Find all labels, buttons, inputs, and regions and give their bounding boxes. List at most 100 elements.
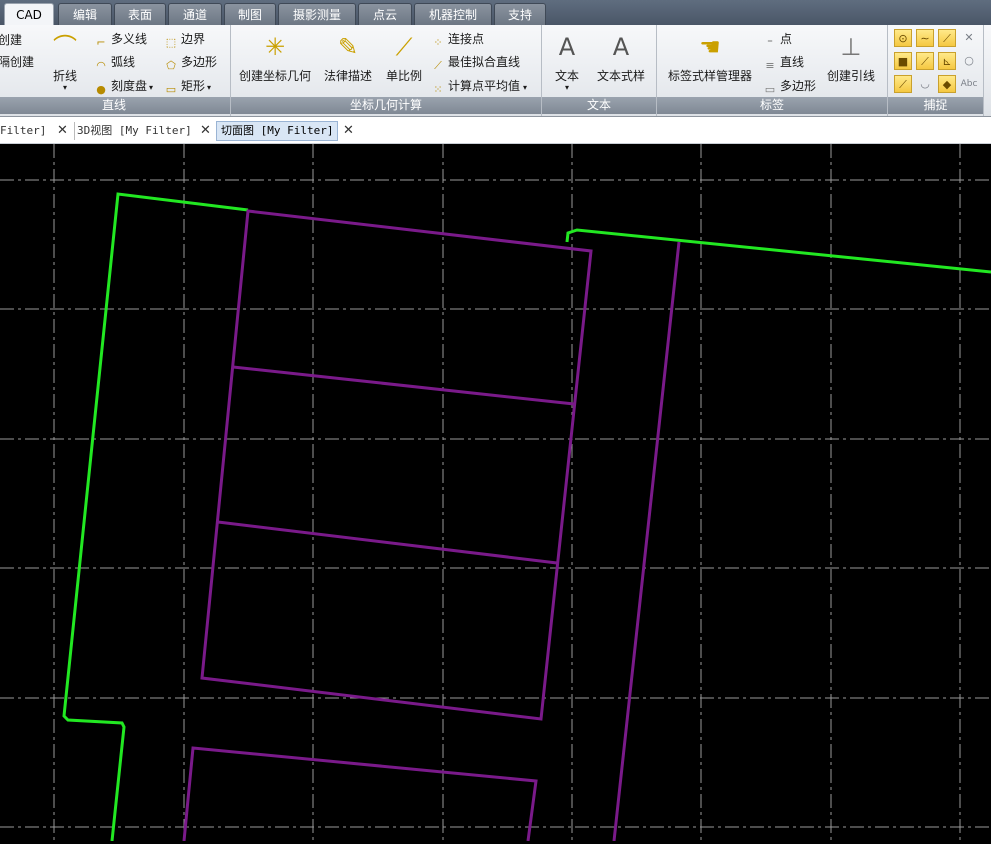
average-points-icon: ⁙ [433, 83, 443, 96]
cogo-icon: ✳ [264, 33, 286, 61]
boundary-label: 边界 [181, 32, 206, 46]
best-fit-label: 最佳拟合直线 [448, 55, 521, 69]
arc-icon: ◠ [96, 59, 106, 72]
label-style-manager-label: 标签式样管理器 [667, 69, 752, 83]
label-polygon-button[interactable]: ▭ 多边形 [763, 78, 816, 97]
create-cogo-label: 创建坐标几何 [239, 69, 312, 83]
tab-surface[interactable]: 表面 [114, 3, 166, 25]
rectangle-button[interactable]: ▭ 矩形 ▾ [164, 78, 211, 97]
scale-icon: ⟋ [395, 33, 413, 61]
arc-label: 弧线 [111, 55, 136, 69]
snap-surface-icon[interactable]: ◆ [938, 75, 956, 93]
text-style-button[interactable]: A 文本式样 [594, 31, 648, 84]
tab-edit[interactable]: 编辑 [58, 3, 112, 25]
leader-icon: ⊥ [840, 33, 862, 61]
group-label-title: 标签 [657, 97, 887, 114]
polyline-button[interactable]: ⌒ 折线 ▾ [48, 31, 82, 92]
text-style-icon: A [612, 33, 630, 61]
label-point-button[interactable]: ⁼ 点 [763, 31, 792, 50]
label-manager-icon: ☚ [699, 33, 721, 61]
group-cogo-title: 坐标几何计算 [231, 97, 541, 114]
create-button-partial[interactable]: 创建 [0, 32, 22, 48]
average-points-button[interactable]: ⁙ 计算点平均值 ▾ [431, 78, 527, 97]
dial-label: 刻度盘 [111, 79, 148, 93]
tab-photogrammetry[interactable]: 摄影测量 [278, 3, 356, 25]
boundary-icon: ⬚ [165, 36, 177, 49]
document-tab-bar: Filter] ✕ 3D视图 [My Filter] ✕ 切面图 [My Fil… [0, 117, 991, 144]
rectangle-label: 矩形 [181, 79, 206, 93]
snap-center-icon[interactable]: ⊙ [894, 29, 912, 47]
drawing-canvas[interactable] [0, 144, 991, 842]
polygon-button[interactable]: ⬠ 多边形 [164, 54, 217, 73]
group-text-title: 文本 [542, 97, 656, 114]
connect-points-icon: ⁘ [433, 36, 443, 49]
doc-tab-section-view[interactable]: 切面图 [My Filter] [216, 121, 339, 141]
tab-cad[interactable]: CAD [4, 3, 54, 26]
label-line-button[interactable]: ≡ 直线 [763, 54, 804, 73]
tab-support[interactable]: 支持 [494, 3, 546, 25]
single-scale-label: 单比例 [385, 69, 422, 83]
group-line: 创建 隔创建 ⌒ 折线 ▾ ⌐ 多义线 ◠ 弧线 ● 刻度盘 ▾ ⬚ 边界 ⬠ 多边形 ▭ 矩… [0, 25, 231, 116]
text-a-icon: A [558, 33, 576, 61]
label-style-manager-button[interactable]: ☚ 标签式样管理器 [665, 31, 755, 84]
group-snap: ⊙ ∼ ⟋ ✕ ■ ⟋ ⊾ ○ ⟋ ◡ ◆ Abc 捕捉 [888, 25, 984, 116]
snap-tangent-icon[interactable]: ◡ [916, 75, 934, 93]
close-icon[interactable]: ✕ [343, 122, 354, 140]
snap-extension-icon[interactable]: ⟋ [894, 75, 912, 93]
snap-endpoint-icon[interactable]: ⟋ [938, 29, 956, 47]
tab-drafting[interactable]: 制图 [224, 3, 276, 25]
doc-tab-3d-view[interactable]: 3D视图 [My Filter] [74, 122, 192, 140]
text-button[interactable]: A 文本 ▾ [550, 31, 584, 92]
create-leader-button[interactable]: ⊥ 创建引线 [825, 31, 877, 84]
ribbon-tab-bar: CAD 编辑 表面 通道 制图 摄影测量 点云 机器控制 支持 [0, 0, 991, 26]
group-label: ☚ 标签式样管理器 ⁼ 点 ≡ 直线 ▭ 多边形 ⊥ 创建引线 标签 [657, 25, 888, 116]
create-cogo-button[interactable]: ✳ 创建坐标几何 [239, 31, 311, 84]
single-scale-button[interactable]: ⟋ 单比例 [383, 31, 425, 84]
tab-point-cloud[interactable]: 点云 [358, 3, 412, 25]
create-button-partial-2[interactable]: 隔创建 [0, 54, 34, 70]
point-label-icon: ⁼ [767, 36, 773, 49]
group-line-title: 直线 [0, 97, 230, 114]
polyline-label: 折线 [52, 69, 77, 83]
legal-description-button[interactable]: ✎ 法律描述 [323, 31, 373, 84]
grid-lines [0, 144, 991, 841]
best-fit-icon: ⟋ [434, 59, 442, 72]
snap-circle-icon[interactable]: ○ [960, 52, 978, 70]
cad-drawing [0, 144, 991, 842]
dial-dropdown-icon: ▾ [149, 83, 154, 92]
group-cogo: ✳ 创建坐标几何 ✎ 法律描述 ⟋ 单比例 ⁘ 连接点 ⟋ 最佳拟合直线 ⁙ 计算点平… [231, 25, 542, 116]
group-snap-title: 捕捉 [888, 97, 983, 114]
snap-node-icon[interactable]: ■ [894, 52, 912, 70]
polygon-label-icon: ▭ [764, 83, 776, 96]
snap-intersection-icon[interactable]: ✕ [960, 29, 978, 47]
arc-button[interactable]: ◠ 弧线 [94, 54, 135, 73]
polygon-icon: ⬠ [166, 59, 176, 72]
rectangle-icon: ▭ [165, 83, 177, 96]
connect-points-button[interactable]: ⁘ 连接点 [431, 31, 484, 50]
dial-button[interactable]: ● 刻度盘 ▾ [94, 78, 153, 97]
snap-nearest-icon[interactable]: ⟋ [916, 52, 934, 70]
line-label-icon: ≡ [765, 59, 775, 72]
create-leader-label: 创建引线 [826, 69, 875, 83]
polygon-label: 多边形 [181, 55, 218, 69]
snap-perpendicular-icon[interactable]: ⊾ [938, 52, 956, 70]
tab-machine-control[interactable]: 机器控制 [414, 3, 492, 25]
average-dropdown-icon: ▾ [523, 83, 528, 92]
snap-text-icon[interactable]: Abc [960, 75, 978, 93]
tab-corridor[interactable]: 通道 [168, 3, 222, 25]
dropdown-arrow-icon: ▾ [62, 83, 67, 92]
connect-points-label: 连接点 [448, 32, 485, 46]
multiline-button[interactable]: ⌐ 多义线 [94, 31, 147, 50]
average-points-label: 计算点平均值 [448, 79, 521, 93]
snap-curve-icon[interactable]: ∼ [916, 29, 934, 47]
document-pen-icon: ✎ [337, 33, 359, 61]
doc-tab-plan[interactable]: Filter] [0, 122, 46, 140]
green-boundary-lines [62, 192, 991, 842]
close-icon[interactable]: ✕ [57, 122, 68, 140]
label-point-text: 点 [780, 32, 793, 46]
purple-section-lines [182, 209, 681, 842]
best-fit-line-button[interactable]: ⟋ 最佳拟合直线 [431, 54, 520, 73]
close-icon[interactable]: ✕ [200, 122, 211, 140]
boundary-button[interactable]: ⬚ 边界 [164, 31, 205, 50]
text-label: 文本 [554, 69, 579, 83]
